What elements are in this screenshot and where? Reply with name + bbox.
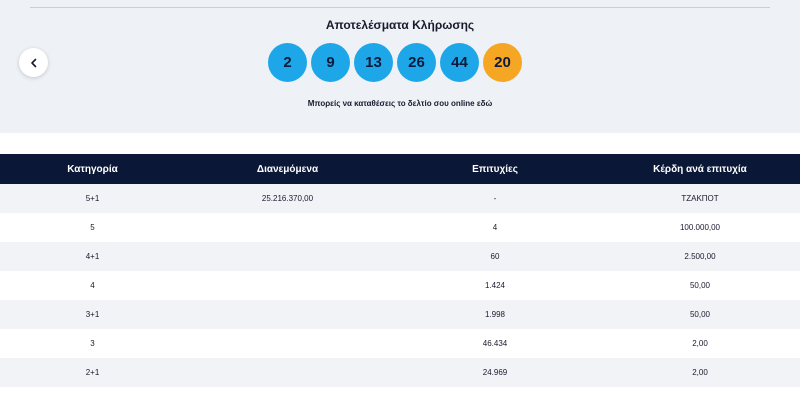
cell-category: 3+1 [85,310,100,319]
number-ball: 2 [268,43,307,82]
cell-prize: 100.000,00 [679,223,721,232]
table-row: 5 4 100.000,00 [0,213,800,242]
cell-prize: 2,00 [692,339,708,348]
divider [30,7,770,8]
cell-distributed [185,271,390,300]
table-header-row: Κατηγορία Διανεμόμενα Επιτυχίες Κέρδη αν… [0,154,800,184]
draw-results-panel: Αποτελέσματα Κλήρωσης 2 9 13 26 44 20 Μπ… [0,0,800,133]
cell-distributed [185,242,390,271]
cell-category: 3 [90,339,95,348]
online-bet-link[interactable]: Μπορείς να καταθέσεις το δελτίο σου onli… [0,99,800,108]
cell-category: 4+1 [85,252,100,261]
table-row: 2+1 24.969 2,00 [0,358,800,387]
table-row: 4+1 60 2.500,00 [0,242,800,271]
drawn-numbers: 2 9 13 26 44 20 [268,43,522,82]
draw-title: Αποτελέσματα Κλήρωσης [325,18,475,32]
cell-distributed: 25.216.370,00 [261,194,314,203]
cell-distributed [185,213,390,242]
column-header-winners: Επιτυχίες [472,163,518,175]
cell-winners: 1.424 [484,281,506,290]
number-ball: 9 [311,43,350,82]
column-header-prize: Κέρδη ανά επιτυχία [653,163,747,175]
table-row: 4 1.424 50,00 [0,271,800,300]
cell-prize: ΤΖΑΚΠΟΤ [681,194,719,203]
number-ball: 13 [354,43,393,82]
cell-prize: 50,00 [689,281,711,290]
cell-winners: 1.998 [484,310,506,319]
number-ball: 26 [397,43,436,82]
cell-distributed [185,329,390,358]
cell-category: 4 [90,281,95,290]
cell-prize: 2,00 [692,368,708,377]
table-row: 3 46.434 2,00 [0,329,800,358]
cell-category: 5 [90,223,95,232]
bonus-ball: 20 [483,43,522,82]
prize-table: Κατηγορία Διανεμόμενα Επιτυχίες Κέρδη αν… [0,154,800,387]
cell-category: 2+1 [85,368,100,377]
number-ball: 44 [440,43,479,82]
cell-distributed [185,358,390,387]
cell-winners: 4 [492,223,498,232]
column-header-category: Κατηγορία [67,163,118,175]
cell-winners: 60 [490,252,500,261]
cell-distributed [185,300,390,329]
cell-winners: 46.434 [482,339,508,348]
cell-prize: 50,00 [689,310,711,319]
table-row: 3+1 1.998 50,00 [0,300,800,329]
table-row: 5+1 25.216.370,00 - ΤΖΑΚΠΟΤ [0,184,800,213]
cell-category: 5+1 [85,194,100,203]
column-header-distributed: Διανεμόμενα [256,163,319,175]
cell-winners: 24.969 [482,368,508,377]
previous-draw-button[interactable] [19,48,48,77]
cell-winners: - [493,194,497,203]
cell-prize: 2.500,00 [684,252,716,261]
chevron-left-icon [30,58,36,67]
